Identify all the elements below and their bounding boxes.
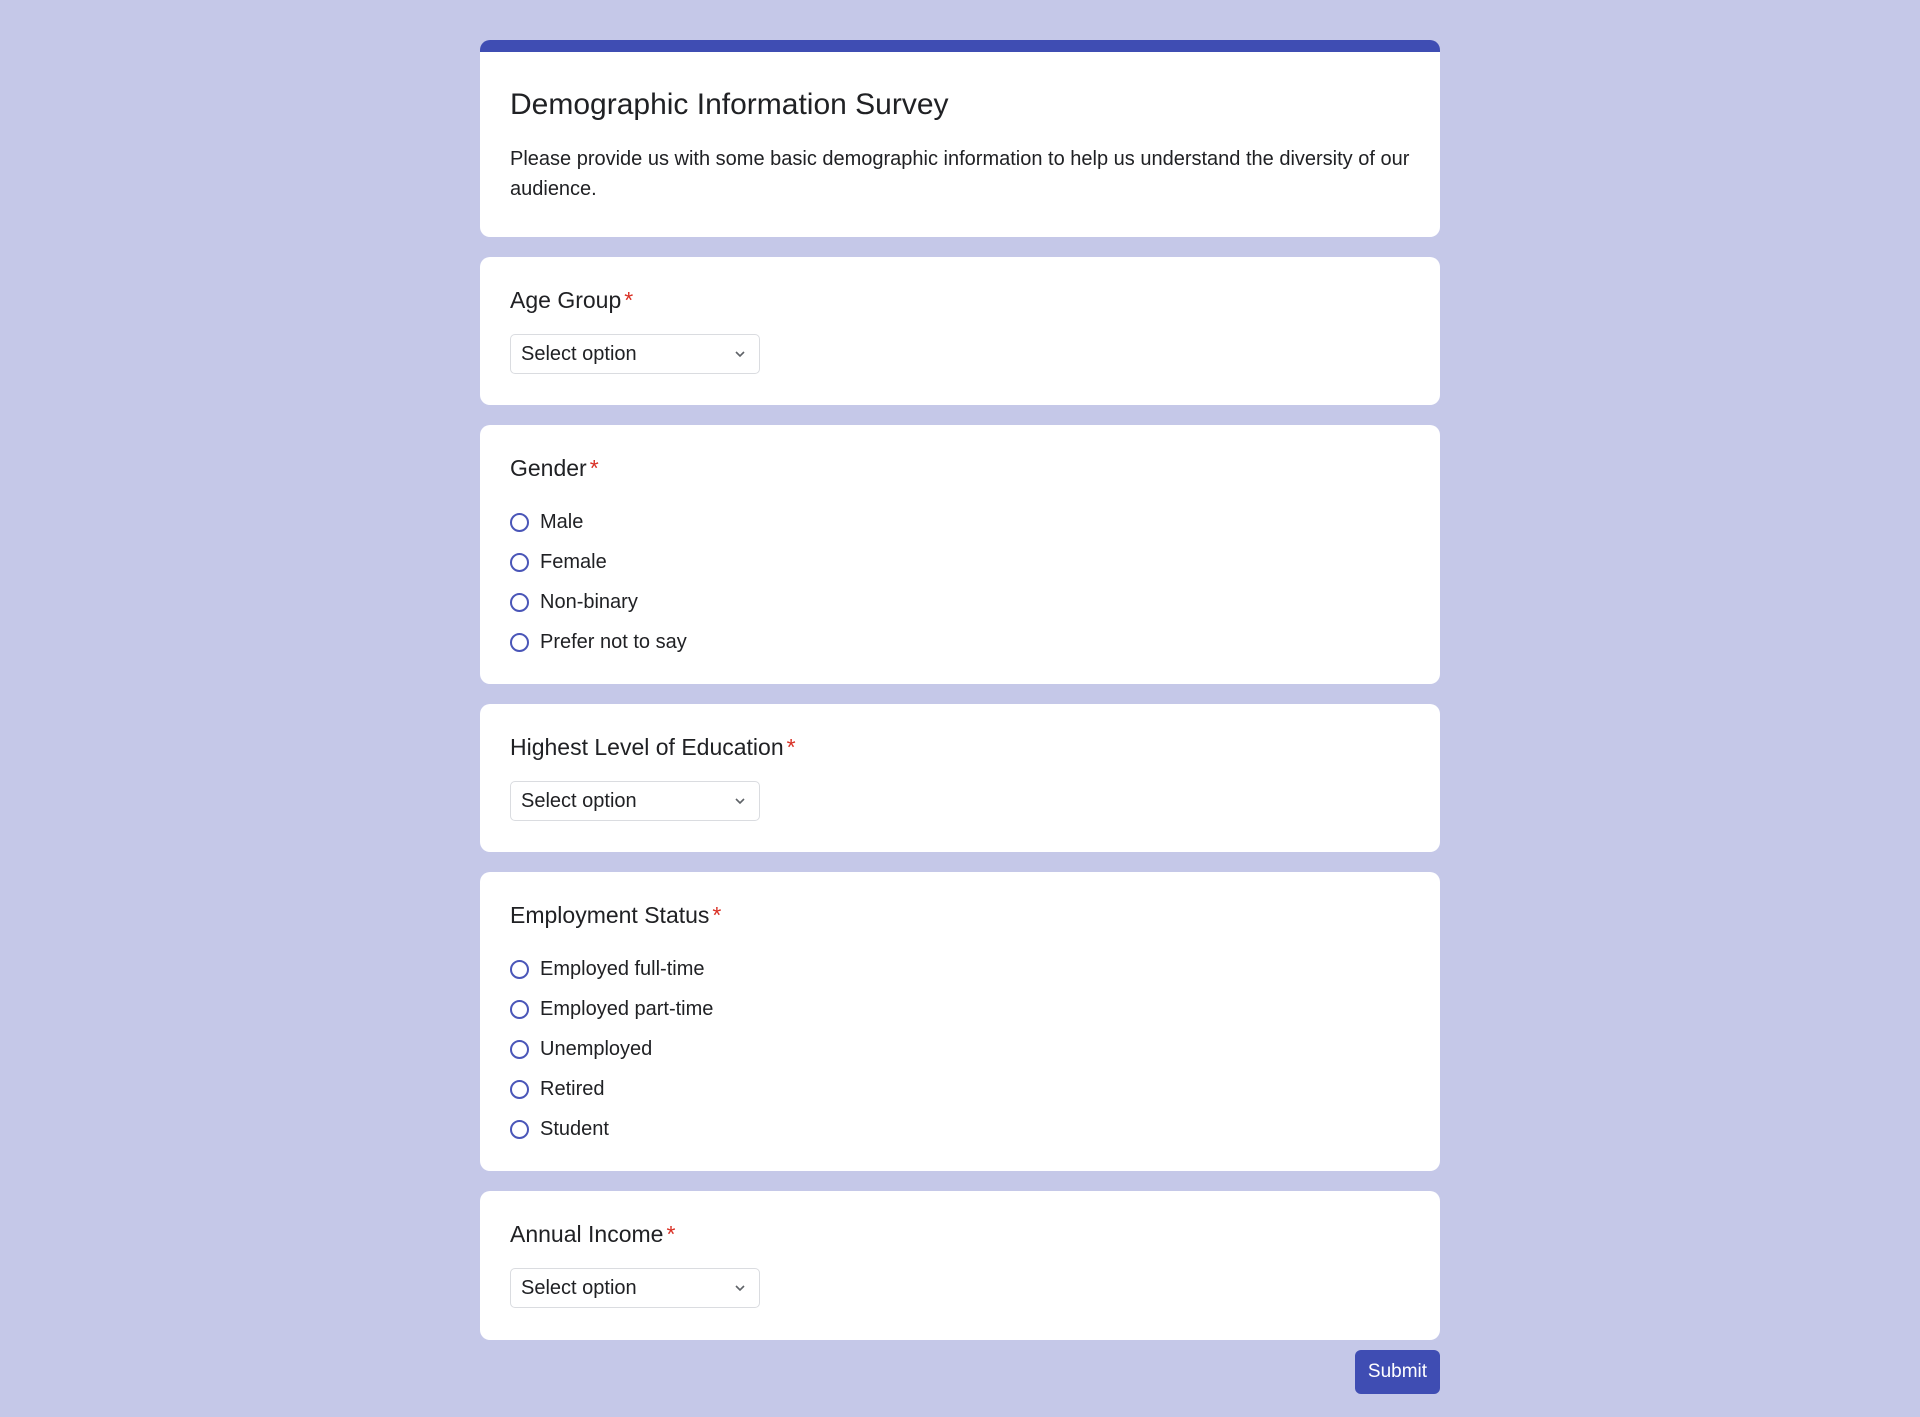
radio-option-female[interactable]: Female bbox=[510, 542, 1410, 582]
radio-label: Student bbox=[540, 1117, 609, 1140]
form-title: Demographic Information Survey bbox=[510, 88, 949, 121]
radio-option-employed-part-time[interactable]: Employed part-time bbox=[510, 989, 1410, 1029]
chevron-down-icon bbox=[735, 351, 745, 358]
question-label: Annual Income bbox=[510, 1221, 664, 1247]
required-asterisk: * bbox=[712, 902, 722, 928]
chevron-down-icon bbox=[735, 798, 745, 805]
radio-unchecked-icon[interactable] bbox=[510, 999, 529, 1019]
question-title: Highest Level of Education * bbox=[510, 734, 1410, 761]
annual-income-select[interactable]: Select option bbox=[510, 1268, 760, 1308]
question-label: Employment Status bbox=[510, 902, 710, 928]
form-header-card: Demographic Information Survey Please pr… bbox=[480, 40, 1440, 237]
required-asterisk: * bbox=[786, 734, 796, 760]
select-value: Select option bbox=[521, 1276, 637, 1299]
question-employment-status: Employment Status * Employed full-time Em… bbox=[480, 872, 1440, 1171]
radio-option-male[interactable]: Male bbox=[510, 502, 1410, 542]
radio-unchecked-icon[interactable] bbox=[510, 959, 529, 979]
radio-label: Unemployed bbox=[540, 1037, 653, 1060]
question-title: Gender * bbox=[510, 455, 1410, 482]
question-label: Age Group bbox=[510, 287, 622, 313]
age-group-select[interactable]: Select option bbox=[510, 334, 760, 374]
question-annual-income: Annual Income * Select option bbox=[480, 1191, 1440, 1340]
question-label: Highest Level of Education bbox=[510, 734, 784, 760]
radio-label: Male bbox=[540, 510, 584, 533]
required-asterisk: * bbox=[589, 455, 599, 481]
question-education: Highest Level of Education * Select optio… bbox=[480, 704, 1440, 852]
required-asterisk: * bbox=[666, 1221, 676, 1247]
form-description: Please provide us with some basic demogr… bbox=[510, 148, 1410, 200]
radio-label: Retired bbox=[540, 1077, 605, 1100]
question-age-group: Age Group * Select option bbox=[480, 257, 1440, 405]
survey-form: Demographic Information Survey Please pr… bbox=[480, 40, 1440, 1394]
question-title: Age Group * bbox=[510, 287, 1410, 314]
radio-unchecked-icon[interactable] bbox=[510, 592, 529, 612]
radio-label: Employed full-time bbox=[540, 957, 705, 980]
radio-label: Non-binary bbox=[540, 590, 638, 613]
radio-label: Prefer not to say bbox=[540, 630, 687, 653]
radio-label: Employed part-time bbox=[540, 997, 714, 1020]
question-title: Employment Status * bbox=[510, 902, 1410, 929]
radio-option-prefer-not-to-say[interactable]: Prefer not to say bbox=[510, 622, 1410, 662]
required-asterisk: * bbox=[624, 287, 634, 313]
submit-button[interactable]: Submit bbox=[1355, 1350, 1440, 1394]
radio-option-unemployed[interactable]: Unemployed bbox=[510, 1029, 1410, 1069]
radio-option-employed-full-time[interactable]: Employed full-time bbox=[510, 949, 1410, 989]
radio-unchecked-icon[interactable] bbox=[510, 1079, 529, 1099]
radio-option-retired[interactable]: Retired bbox=[510, 1069, 1410, 1109]
question-gender: Gender * Male Female Non-binary Prefer no… bbox=[480, 425, 1440, 684]
radio-unchecked-icon[interactable] bbox=[510, 632, 529, 652]
select-value: Select option bbox=[521, 342, 637, 365]
submit-row: Submit bbox=[480, 1350, 1440, 1394]
education-select[interactable]: Select option bbox=[510, 781, 760, 821]
radio-unchecked-icon[interactable] bbox=[510, 1039, 529, 1059]
select-value: Select option bbox=[521, 789, 637, 812]
question-label: Gender bbox=[510, 455, 587, 481]
radio-unchecked-icon[interactable] bbox=[510, 512, 529, 532]
radio-option-non-binary[interactable]: Non-binary bbox=[510, 582, 1410, 622]
question-title: Annual Income * bbox=[510, 1221, 1410, 1248]
radio-label: Female bbox=[540, 550, 607, 573]
radio-unchecked-icon[interactable] bbox=[510, 552, 529, 572]
chevron-down-icon bbox=[735, 1285, 745, 1292]
radio-unchecked-icon[interactable] bbox=[510, 1119, 529, 1139]
radio-option-student[interactable]: Student bbox=[510, 1109, 1410, 1149]
